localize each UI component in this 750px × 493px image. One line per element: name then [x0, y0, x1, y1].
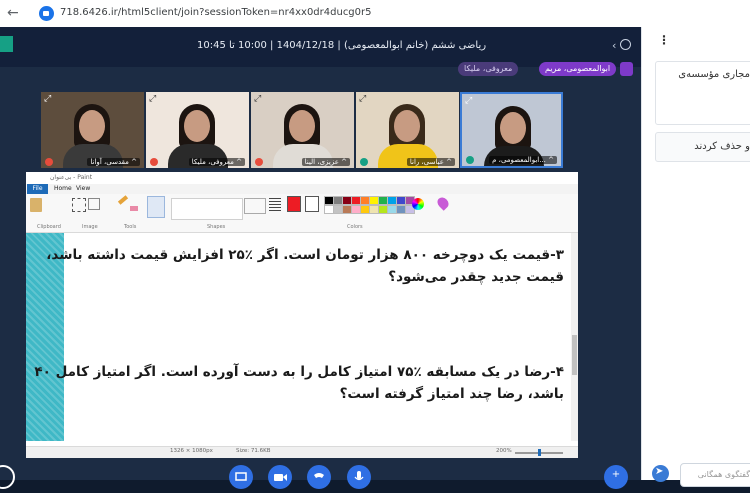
plus-icon: +	[611, 469, 621, 480]
mic-muted-icon	[255, 158, 263, 166]
send-button[interactable]: ➤	[652, 465, 669, 482]
participant-name: ابوالمعصومی، م... ^	[489, 156, 557, 164]
screen-icon	[235, 472, 247, 481]
fullscreen-icon[interactable]: ⤢	[44, 94, 51, 104]
video-tile[interactable]: ⤢ مقدسی، آوانا ^	[41, 92, 144, 168]
ribbon-label: Image	[82, 224, 98, 230]
zoom-slider-thumb[interactable]	[538, 449, 541, 456]
chevron-left-icon[interactable]: ‹	[612, 39, 616, 52]
ribbon-label: Shapes	[207, 224, 226, 230]
phone-icon	[314, 473, 324, 478]
question-4-line-1: ۴-رضا در یک مسابقه ٪۷۵ امتیاز کامل را به…	[34, 364, 564, 380]
tab-view[interactable]: View	[76, 184, 90, 194]
more-options-icon[interactable]: ⋮	[658, 33, 670, 47]
crop-icon[interactable]	[88, 198, 100, 210]
video-tile[interactable]: ⤢ معروفی، ملیکا ^	[146, 92, 249, 168]
paint-tabbar	[26, 184, 578, 194]
participant-face	[184, 110, 210, 142]
video-tile[interactable]: ⤢ عزیزی، الینا ^	[251, 92, 354, 168]
microphone-button[interactable]	[347, 465, 371, 489]
paint-ribbon	[26, 194, 578, 233]
brushes-icon[interactable]	[147, 196, 165, 218]
participant-face	[79, 110, 105, 142]
participant-face	[394, 110, 420, 142]
participant-face	[500, 112, 526, 144]
zoom-level: 200%	[496, 448, 512, 454]
video-tile[interactable]: ⤢ عباسی، رانا ^	[356, 92, 459, 168]
address-bar[interactable]: 718.6426.ir/html5client/join?sessionToke…	[60, 7, 372, 18]
session-title: ریاضی ششم (خانم ابوالمعصومی) | 1404/12/1…	[197, 40, 487, 51]
mic-muted-icon	[45, 158, 53, 166]
pencil-icon[interactable]	[117, 195, 129, 205]
camera-button[interactable]	[268, 465, 292, 489]
participant-face	[289, 110, 315, 142]
talking-indicator: ابوالمعصومی، مریم	[539, 62, 617, 76]
user-list-toggle[interactable]	[0, 36, 13, 52]
panel-card-text: مجاری مؤسسه‌ی	[678, 69, 750, 80]
ribbon-label: Colors	[347, 224, 363, 230]
fullscreen-icon[interactable]: ⤢	[359, 94, 366, 104]
microphone-icon	[620, 62, 633, 76]
ribbon-label: Tools	[124, 224, 137, 230]
talking-indicator: معروفی، ملیکا	[458, 62, 519, 76]
participant-name: معروفی، ملیکا ^	[188, 158, 245, 166]
ribbon-label: Clipboard	[37, 224, 61, 230]
user-icon[interactable]	[620, 39, 631, 50]
paste-icon[interactable]	[30, 198, 42, 212]
camera-icon	[274, 474, 287, 481]
mic-on-icon	[360, 158, 368, 166]
participant-name: عزیزی، الینا ^	[301, 158, 350, 166]
eraser-icon[interactable]	[130, 206, 138, 211]
color-palette[interactable]	[324, 196, 424, 216]
fullscreen-icon[interactable]: ⤢	[465, 96, 472, 106]
send-icon: ➤	[655, 466, 664, 477]
image-dimensions: 1326 × 1080px	[170, 448, 213, 454]
edit-colors-icon[interactable]	[412, 198, 424, 210]
question-4-line-2: باشد، رضا چند امتیاز گرفته است؟	[339, 386, 564, 402]
question-3-line-2: قیمت جدید چقدر می‌شود؟	[388, 269, 564, 285]
select-icon[interactable]	[72, 198, 86, 212]
paint3d-icon[interactable]	[435, 195, 451, 211]
mic-on-icon	[466, 156, 474, 164]
participant-name: مقدسی، آوانا ^	[87, 158, 140, 166]
chat-placeholder: گفتگوی همگانی	[697, 470, 750, 479]
shapes-icon[interactable]	[171, 198, 243, 220]
scrollbar-thumb[interactable]	[572, 335, 577, 375]
decorative-border	[26, 233, 64, 441]
panel-card-text: و حذف کردند	[694, 141, 750, 152]
color-2-swatch[interactable]	[305, 196, 319, 212]
paint-window-title: بی‌عنوان - Paint	[50, 174, 93, 181]
actions-button[interactable]: +	[604, 465, 628, 489]
fullscreen-icon[interactable]: ⤢	[254, 94, 261, 104]
size-icon[interactable]	[269, 198, 281, 212]
audio-button[interactable]	[307, 465, 331, 489]
video-tile-active[interactable]: ⤢ ابوالمعصومی، م... ^	[460, 92, 563, 168]
site-icon	[39, 6, 54, 21]
tab-home[interactable]: Home	[54, 184, 72, 194]
color-1-swatch[interactable]	[287, 196, 301, 212]
back-icon[interactable]: ←	[7, 5, 19, 21]
question-3-line-1: ۳-قیمت یک دوچرخه ۸۰۰ هزار تومان است. اگر…	[46, 247, 564, 263]
outline-icon[interactable]	[244, 198, 266, 214]
fullscreen-icon[interactable]: ⤢	[149, 94, 156, 104]
microphone-icon	[354, 471, 364, 481]
paint-canvas[interactable]	[26, 233, 572, 441]
mic-muted-icon	[150, 158, 158, 166]
tab-file[interactable]: File	[27, 184, 48, 194]
participant-name: عباسی، رانا ^	[406, 158, 455, 166]
screenshare-button[interactable]	[229, 465, 253, 489]
file-size: Size: 71.6KB	[236, 448, 271, 454]
